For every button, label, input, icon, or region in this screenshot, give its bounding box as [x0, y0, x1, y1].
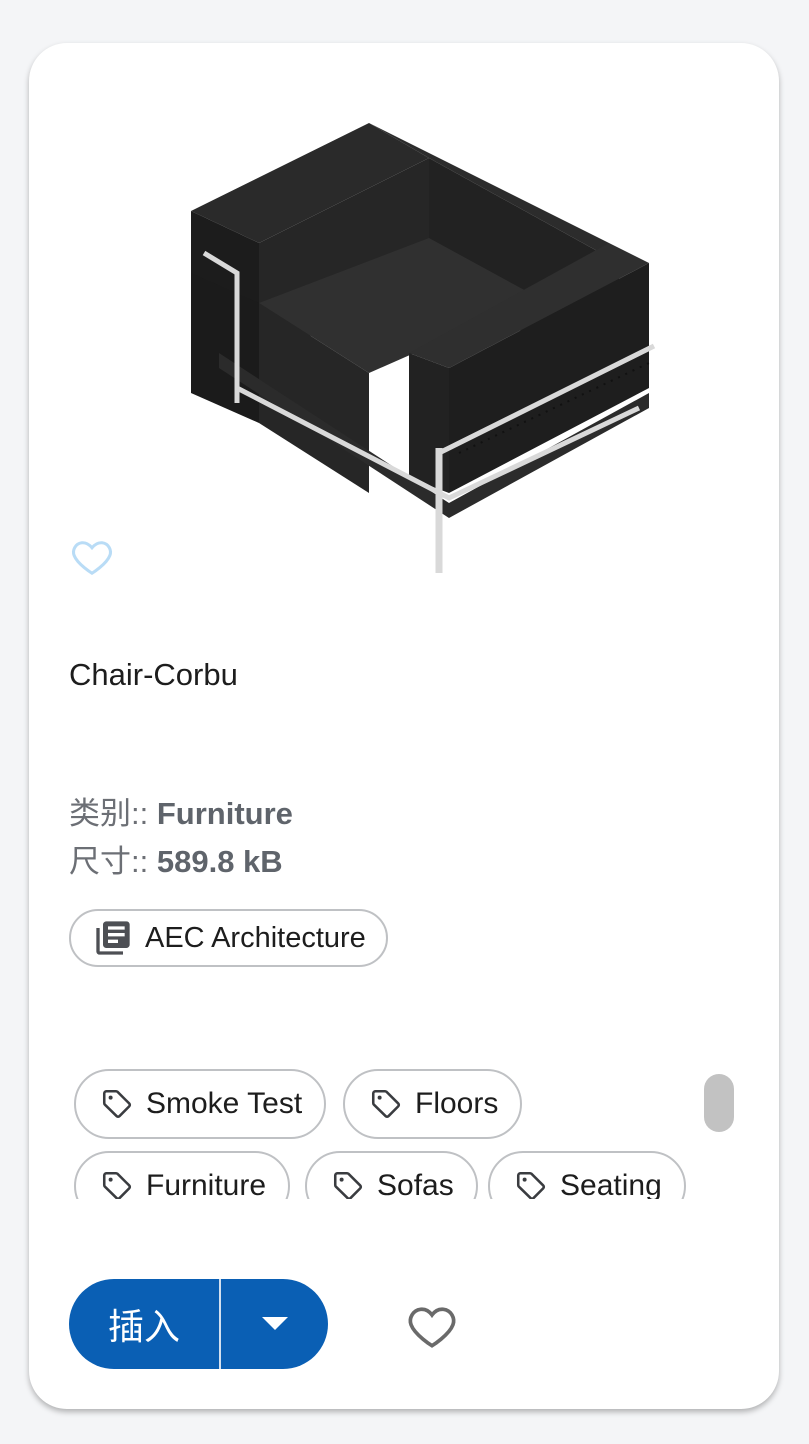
insert-split-button: 插入 — [69, 1279, 328, 1369]
insert-dropdown-button[interactable] — [219, 1279, 328, 1369]
thumbnail-favorite-icon[interactable] — [69, 533, 115, 579]
tag-icon — [102, 1171, 132, 1199]
tag-list-scrollbar[interactable] — [704, 1074, 734, 1132]
library-label: AEC Architecture — [145, 921, 366, 954]
tag-chip[interactable]: Smoke Test — [74, 1069, 327, 1139]
category-value: Furniture — [156, 796, 293, 831]
size-row: 尺寸:: 589.8 kB — [69, 836, 283, 881]
size-label: 尺寸:: — [69, 844, 149, 879]
library-books-icon — [96, 921, 130, 955]
tag-label: Furniture — [146, 1169, 267, 1199]
tag-label: Sofas — [377, 1169, 454, 1199]
tag-chip[interactable]: Floors — [343, 1069, 523, 1139]
tag-icon — [516, 1171, 546, 1199]
caret-down-icon — [261, 1317, 288, 1330]
size-value: 589.8 kB — [156, 844, 283, 879]
tag-chip[interactable]: Sofas — [305, 1151, 478, 1199]
library-chip[interactable]: AEC Architecture — [69, 909, 388, 967]
tag-label: Smoke Test — [146, 1087, 303, 1120]
category-row: 类别:: Furniture — [69, 788, 293, 833]
asset-card: Chair-Corbu 类别:: Furniture 尺寸:: 589.8 kB… — [29, 43, 779, 1409]
tag-chip[interactable]: Seating — [488, 1151, 686, 1199]
tag-label: Floors — [415, 1087, 499, 1120]
tag-icon — [333, 1171, 363, 1199]
asset-title: Chair-Corbu — [69, 657, 238, 692]
tag-list: Smoke Test Floors Furniture Sofas Seatin… — [74, 1069, 694, 1199]
tag-icon — [371, 1089, 401, 1118]
tag-chip[interactable]: Furniture — [74, 1151, 291, 1199]
category-label: 类别:: — [69, 796, 149, 831]
tag-label: Seating — [560, 1169, 662, 1199]
chair-thumbnail[interactable] — [179, 103, 679, 603]
tag-icon — [102, 1089, 132, 1118]
insert-button[interactable]: 插入 — [69, 1279, 219, 1369]
favorite-icon[interactable] — [405, 1301, 459, 1349]
